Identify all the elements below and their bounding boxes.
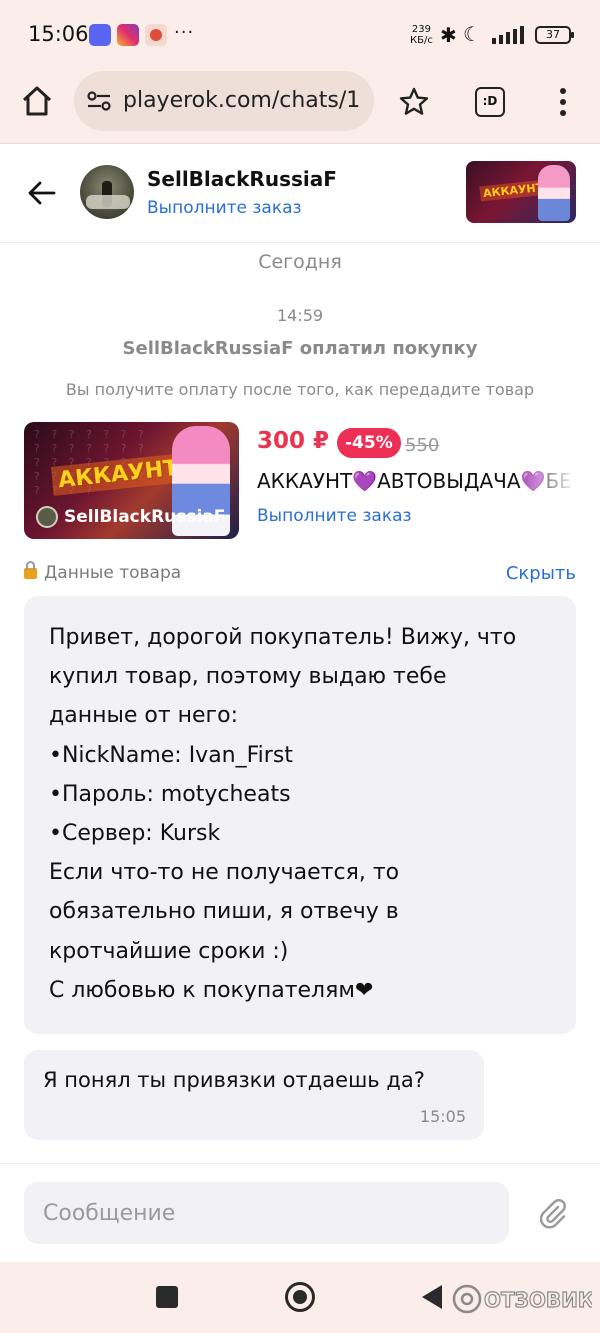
- date-separator: Сегодня: [258, 251, 342, 273]
- chat-message-text: Я понял ты привязки отдаешь да?: [43, 1068, 425, 1092]
- site-settings-icon[interactable]: [86, 90, 112, 112]
- app-icon: [145, 24, 167, 46]
- product-image[interactable]: ? ? ? ? ? ? ? ? ? ? ? ? ? ? ? ? ? ? ? ? …: [24, 422, 239, 539]
- watermark-logo: ОТЗОВИК: [452, 1284, 592, 1314]
- attach-paperclip-icon[interactable]: [537, 1198, 569, 1230]
- system-message-note: Вы получите оплату после того, как перед…: [65, 380, 535, 399]
- brand-logo-icon: [36, 506, 58, 528]
- lock-icon: [24, 561, 37, 579]
- item-data-message: Привет, дорогой покупатель! Вижу, что ку…: [24, 596, 576, 1034]
- discount-badge: -45%: [337, 428, 401, 458]
- status-time: 15:06: [28, 22, 89, 46]
- more-notifications-icon: ···: [174, 22, 195, 43]
- tabs-button[interactable]: :D: [475, 87, 505, 117]
- old-price: 550: [405, 435, 440, 456]
- battery-icon: 37: [535, 26, 574, 44]
- instagram-icon: [117, 24, 139, 46]
- item-data-label-text: Данные товара: [44, 563, 182, 583]
- order-status-link[interactable]: Выполните заказ: [147, 198, 302, 218]
- back-nav-icon[interactable]: [422, 1285, 442, 1309]
- message-input[interactable]: [24, 1182, 509, 1244]
- product-card[interactable]: ? ? ? ? ? ? ? ? ? ? ? ? ? ? ? ? ? ? ? ? …: [24, 422, 576, 540]
- network-speed-unit: КБ/с: [410, 35, 433, 46]
- network-speed: 239 КБ/с: [410, 24, 433, 46]
- chat-header: SellBlackRussiaF Выполните заказ АККАУНТ: [0, 145, 600, 243]
- product-thumbnail[interactable]: АККАУНТ: [466, 161, 576, 223]
- moon-icon: ☾: [463, 22, 481, 46]
- product-image-brand-name: SellBlackRussiaF: [64, 507, 226, 527]
- system-message-title: SellBlackRussiaF оплатил покупку: [122, 338, 478, 359]
- home-icon[interactable]: [20, 84, 54, 118]
- product-thumbnail-tag: АККАУНТ: [479, 179, 547, 202]
- url-text: playerok.com/chats/1: [123, 88, 361, 113]
- home-nav-icon[interactable]: [285, 1282, 315, 1312]
- svg-text:ОТЗОВИК: ОТЗОВИК: [484, 1288, 592, 1312]
- bookmark-star-icon[interactable]: [398, 86, 430, 118]
- product-image-brand: SellBlackRussiaF: [36, 506, 225, 528]
- back-arrow-icon[interactable]: [26, 177, 58, 209]
- item-data-label: Данные товара: [24, 561, 182, 583]
- status-bar: 15:06 ··· 239 КБ/с ✱ ☾ 37: [0, 0, 600, 68]
- browser-menu-icon[interactable]: [555, 86, 571, 118]
- discord-icon: [89, 24, 111, 46]
- address-bar[interactable]: playerok.com/chats/1: [74, 71, 374, 131]
- product-price: 300 ₽: [257, 428, 330, 454]
- seller-avatar[interactable]: [80, 165, 134, 219]
- chat-message[interactable]: Я понял ты привязки отдаешь да? 15:05: [24, 1050, 484, 1140]
- system-message-time: 14:59: [276, 306, 324, 325]
- recent-apps-icon[interactable]: [156, 1286, 178, 1308]
- product-order-status[interactable]: Выполните заказ: [257, 506, 412, 526]
- seller-name[interactable]: SellBlackRussiaF: [147, 167, 337, 191]
- item-data-message-text: Привет, дорогой покупатель! Вижу, что ку…: [49, 625, 517, 1003]
- browser-toolbar: playerok.com/chats/1 :D: [0, 68, 600, 144]
- chat-message-time: 15:05: [419, 1107, 466, 1126]
- signal-icon: [492, 26, 524, 44]
- anime-character-image: [538, 165, 570, 221]
- network-speed-value: 239: [411, 24, 431, 35]
- product-title[interactable]: АККАУНТ💜АВТОВЫДАЧА💜БЕ: [257, 469, 576, 493]
- system-nav-bar: ОТЗОВИК: [0, 1262, 600, 1333]
- hide-data-link[interactable]: Скрыть: [506, 563, 576, 584]
- message-composer: [0, 1163, 600, 1261]
- bluetooth-icon: ✱: [440, 23, 457, 47]
